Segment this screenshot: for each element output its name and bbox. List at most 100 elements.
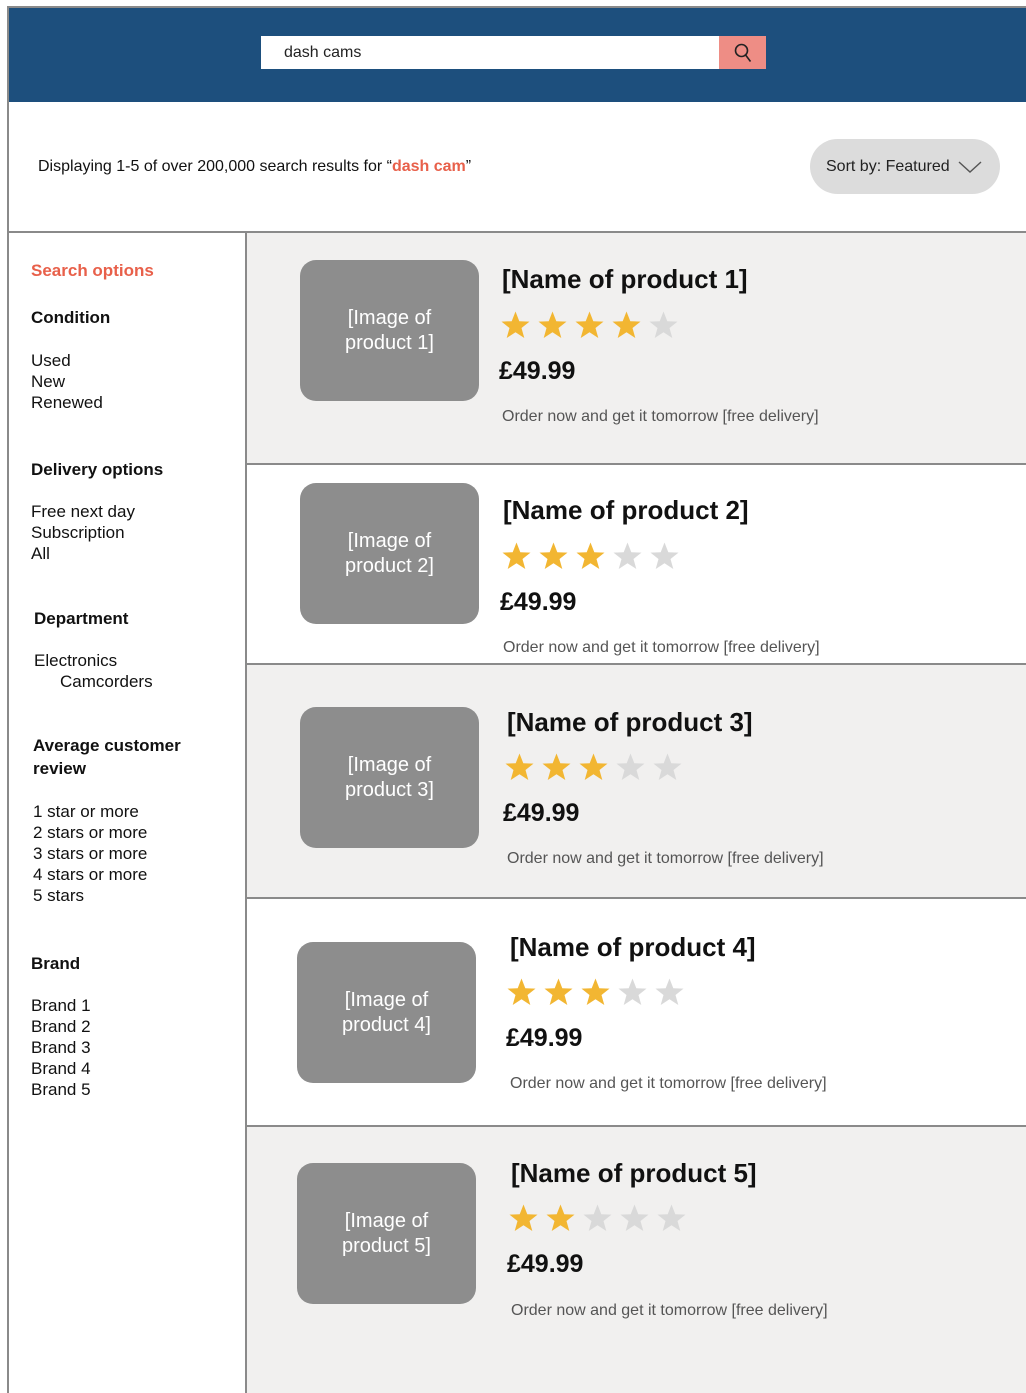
star-filled-icon: [507, 978, 536, 1005]
filter-review-5[interactable]: 5 stars: [33, 885, 147, 906]
star-empty-icon: [616, 753, 645, 780]
department-heading: Department: [34, 609, 129, 628]
product-card[interactable]: [Image of product 1] [Name of product 1] …: [247, 233, 1026, 463]
star-filled-icon: [579, 753, 608, 780]
product-image-label-line2: product 3]: [345, 778, 434, 801]
product-price: £49.99: [499, 357, 576, 385]
star-filled-icon: [581, 978, 610, 1005]
filter-delivery-free-next-day[interactable]: Free next day: [31, 501, 135, 522]
results-prefix: Displaying 1-5 of over 200,000 search re…: [38, 158, 392, 175]
results-summary: Displaying 1-5 of over 200,000 search re…: [38, 158, 471, 176]
filter-brand-4[interactable]: Brand 4: [31, 1058, 91, 1079]
star-empty-icon: [618, 978, 647, 1005]
sort-label: Sort by: Featured: [826, 157, 950, 175]
star-empty-icon: [583, 1204, 612, 1231]
star-empty-icon: [655, 978, 684, 1005]
delivery-heading: Delivery options: [31, 460, 164, 479]
brand-list: Brand 1 Brand 2 Brand 3 Brand 4 Brand 5: [31, 995, 91, 1100]
filter-review-1[interactable]: 1 star or more: [33, 801, 147, 822]
search-icon: [734, 43, 751, 62]
filter-department-camcorders[interactable]: Camcorders: [34, 671, 153, 692]
page-frame: Displaying 1-5 of over 200,000 search re…: [7, 6, 1026, 1393]
product-image-label-line1: [Image of: [347, 529, 432, 552]
star-filled-icon: [501, 311, 530, 338]
condition-heading: Condition: [31, 308, 111, 327]
filter-review-3[interactable]: 3 stars or more: [33, 843, 147, 864]
product-price: £49.99: [507, 1250, 584, 1278]
star-filled-icon: [612, 311, 641, 338]
product-card[interactable]: [Image of product 3] [Name of product 3] …: [247, 665, 1026, 897]
star-filled-icon: [509, 1204, 538, 1231]
product-image-label-line2: product 4]: [342, 1013, 431, 1036]
filter-brand-2[interactable]: Brand 2: [31, 1016, 91, 1037]
department-list: Electronics Camcorders: [34, 650, 153, 692]
condition-list: Used New Renewed: [31, 350, 103, 413]
sidebar-title: Search options: [31, 261, 154, 280]
product-name[interactable]: [Name of product 4]: [510, 932, 756, 963]
product-image[interactable]: [Image of product 3]: [300, 707, 479, 848]
filter-department-electronics[interactable]: Electronics: [34, 650, 153, 671]
star-filled-icon: [502, 542, 531, 569]
product-list: [Image of product 1] [Name of product 1] …: [247, 233, 1026, 1393]
search-box[interactable]: [261, 36, 719, 69]
star-filled-icon: [546, 1204, 575, 1231]
star-filled-icon: [538, 311, 567, 338]
delivery-info: Order now and get it tomorrow [free deli…: [510, 1075, 827, 1092]
review-list: 1 star or more 2 stars or more 3 stars o…: [33, 801, 147, 906]
search-input[interactable]: [261, 36, 719, 69]
filter-condition-new[interactable]: New: [31, 371, 103, 392]
review-heading-line2: review: [33, 759, 86, 778]
product-name[interactable]: [Name of product 1]: [502, 264, 748, 295]
star-empty-icon: [613, 542, 642, 569]
chevron-down-icon: [958, 160, 982, 173]
product-image[interactable]: [Image of product 2]: [300, 483, 479, 624]
product-image[interactable]: [Image of product 5]: [297, 1163, 476, 1304]
review-heading-line1: Average customer: [33, 736, 181, 755]
product-image-label-line1: [Image of: [344, 988, 429, 1011]
search-options-sidebar: Search options Condition Used New Renewe…: [9, 233, 245, 1393]
delivery-info: Order now and get it tomorrow [free deli…: [503, 639, 820, 656]
product-name[interactable]: [Name of product 5]: [511, 1158, 757, 1189]
star-filled-icon: [505, 753, 534, 780]
product-image-label-line2: product 1]: [345, 331, 434, 354]
review-heading: Average customer review: [33, 734, 181, 780]
filter-review-2[interactable]: 2 stars or more: [33, 822, 147, 843]
star-empty-icon: [650, 542, 679, 569]
star-rating: [501, 541, 680, 571]
product-card[interactable]: [Image of product 5] [Name of product 5] …: [247, 1127, 1026, 1393]
product-card[interactable]: [Image of product 2] [Name of product 2] …: [247, 465, 1026, 663]
product-price: £49.99: [506, 1024, 583, 1052]
star-filled-icon: [544, 978, 573, 1005]
product-image-label-line1: [Image of: [344, 1209, 429, 1232]
star-filled-icon: [575, 311, 604, 338]
product-card[interactable]: [Image of product 4] [Name of product 4] …: [247, 899, 1026, 1125]
product-image-label-line1: [Image of: [347, 753, 432, 776]
sort-dropdown[interactable]: Sort by: Featured: [810, 139, 1000, 194]
product-image[interactable]: [Image of product 1]: [300, 260, 479, 401]
product-name[interactable]: [Name of product 2]: [503, 495, 749, 526]
product-price: £49.99: [503, 799, 580, 827]
filter-brand-1[interactable]: Brand 1: [31, 995, 91, 1016]
filter-review-4[interactable]: 4 stars or more: [33, 864, 147, 885]
star-rating: [504, 752, 683, 782]
filter-delivery-all[interactable]: All: [31, 543, 135, 564]
filter-brand-5[interactable]: Brand 5: [31, 1079, 91, 1100]
search-button[interactable]: [719, 36, 766, 69]
product-image[interactable]: [Image of product 4]: [297, 942, 476, 1083]
filter-brand-3[interactable]: Brand 3: [31, 1037, 91, 1058]
product-image-label-line2: product 2]: [345, 554, 434, 577]
delivery-info: Order now and get it tomorrow [free deli…: [511, 1302, 828, 1319]
star-empty-icon: [620, 1204, 649, 1231]
star-empty-icon: [653, 753, 682, 780]
filter-condition-used[interactable]: Used: [31, 350, 103, 371]
brand-heading: Brand: [31, 954, 81, 973]
star-empty-icon: [649, 311, 678, 338]
filter-delivery-subscription[interactable]: Subscription: [31, 522, 135, 543]
product-name[interactable]: [Name of product 3]: [507, 707, 753, 738]
delivery-info: Order now and get it tomorrow [free deli…: [507, 850, 824, 867]
delivery-list: Free next day Subscription All: [31, 501, 135, 564]
star-filled-icon: [539, 542, 568, 569]
star-rating: [506, 977, 685, 1007]
star-empty-icon: [657, 1204, 686, 1231]
filter-condition-renewed[interactable]: Renewed: [31, 392, 103, 413]
